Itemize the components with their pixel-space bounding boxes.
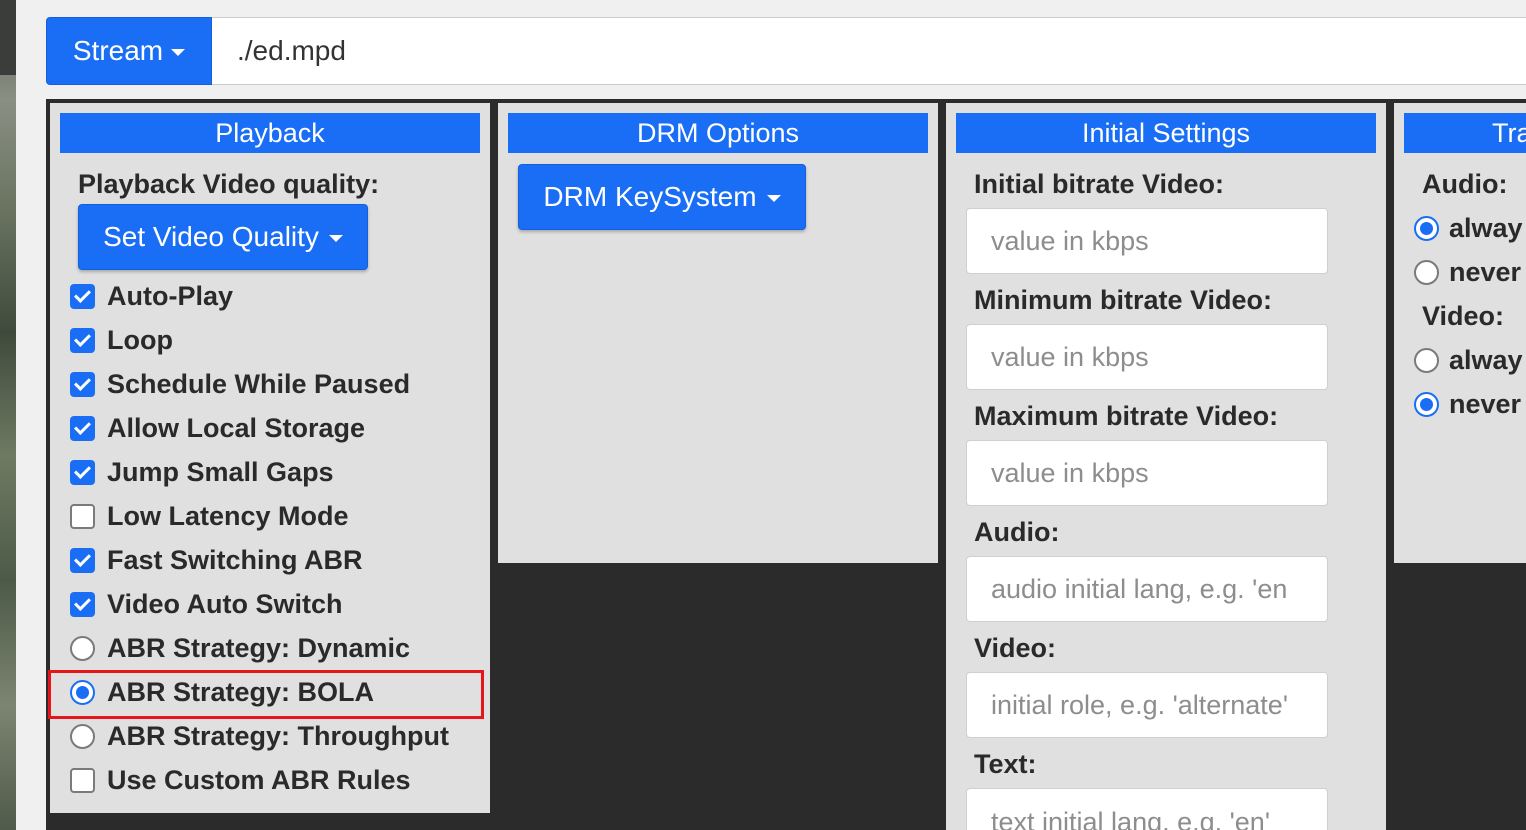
video-never-label: never [1449, 389, 1522, 419]
initial-bitrate-input[interactable]: value in kbps [966, 208, 1328, 274]
checkbox-icon [70, 371, 95, 397]
option-label: Use Custom ABR Rules [107, 764, 411, 795]
checkbox-video-auto-switch[interactable]: Video Auto Switch [70, 589, 343, 619]
initial-video-input[interactable]: initial role, e.g. 'alternate' [966, 672, 1328, 738]
radio-icon [70, 723, 95, 749]
initial-settings-header: Initial Settings [956, 113, 1376, 153]
radio-icon [70, 635, 95, 661]
chevron-down-icon [171, 49, 186, 56]
audio-never-label: never [1449, 257, 1522, 287]
stream-url-input[interactable]: ./ed.mpd [212, 17, 1526, 85]
audio-always-label: alway [1449, 213, 1523, 243]
checkbox-auto-play[interactable]: Auto-Play [70, 281, 233, 311]
checkbox-use-custom-abr-rules[interactable]: Use Custom ABR Rules [70, 765, 411, 795]
max-bitrate-label: Maximum bitrate Video: [974, 401, 1279, 431]
option-label: Jump Small Gaps [107, 456, 334, 487]
initial-text-label: Text: [974, 749, 1037, 779]
track-audio-label: Audio: [1422, 169, 1508, 199]
background-dark-strip [0, 0, 16, 75]
playback-header: Playback [60, 113, 480, 153]
initial-text-input[interactable]: text initial lang, e.g. 'en' [966, 788, 1328, 830]
checkbox-low-latency-mode[interactable]: Low Latency Mode [70, 501, 349, 531]
initial-bitrate-label: Initial bitrate Video: [974, 169, 1225, 199]
checkbox-icon [70, 283, 95, 309]
audio-never-radio[interactable]: never [1414, 257, 1526, 287]
set-video-quality-label: Set Video Quality [103, 221, 319, 252]
checkbox-icon [70, 459, 95, 485]
option-label: Loop [107, 324, 173, 355]
checkbox-jump-small-gaps[interactable]: Jump Small Gaps [70, 457, 334, 487]
highlight-box [48, 670, 484, 719]
checkbox-icon [70, 591, 95, 617]
min-bitrate-label: Minimum bitrate Video: [974, 285, 1273, 315]
option-label: Video Auto Switch [107, 588, 343, 619]
checkbox-icon [70, 327, 95, 353]
initial-video-label: Video: [974, 633, 1057, 663]
track-video-label: Video: [1422, 301, 1505, 331]
video-never-radio[interactable]: never [1414, 389, 1526, 419]
radio-icon [1414, 215, 1439, 241]
radio-icon [1414, 347, 1439, 373]
option-label: Allow Local Storage [107, 412, 366, 443]
min-bitrate-input[interactable]: value in kbps [966, 324, 1328, 390]
option-label: Low Latency Mode [107, 500, 349, 531]
stream-url-bar: Stream ./ed.mpd [46, 17, 1526, 85]
checkbox-fast-switching-abr[interactable]: Fast Switching ABR [70, 545, 363, 575]
audio-always-radio[interactable]: alway [1414, 213, 1526, 243]
checkbox-icon [70, 503, 95, 529]
track-switch-header: Tra [1404, 113, 1526, 153]
radio-icon [1414, 391, 1439, 417]
option-label: ABR Strategy: Dynamic [107, 632, 411, 663]
stream-button-label: Stream [72, 35, 164, 66]
drm-header: DRM Options [508, 113, 928, 153]
initial-audio-input[interactable]: audio initial lang, e.g. 'en [966, 556, 1328, 622]
set-video-quality-button[interactable]: Set Video Quality [78, 204, 368, 270]
checkbox-allow-local-storage[interactable]: Allow Local Storage [70, 413, 365, 443]
drm-keysystem-label: DRM KeySystem [543, 181, 757, 212]
drm-keysystem-button[interactable]: DRM KeySystem [518, 164, 806, 230]
checkbox-schedule-while-paused[interactable]: Schedule While Paused [70, 369, 410, 399]
video-always-radio[interactable]: alway [1414, 345, 1526, 375]
checkbox-icon [70, 767, 95, 793]
stream-dropdown-button[interactable]: Stream [46, 17, 212, 85]
chevron-down-icon [328, 235, 343, 242]
option-label: ABR Strategy: Throughput [107, 720, 449, 751]
radio-abr-strategy-throughput[interactable]: ABR Strategy: Throughput [70, 721, 449, 751]
chevron-down-icon [766, 195, 781, 202]
max-bitrate-input[interactable]: value in kbps [966, 440, 1328, 506]
checkbox-icon [70, 547, 95, 573]
option-label: Fast Switching ABR [107, 544, 363, 575]
option-label: Auto-Play [107, 280, 234, 311]
background-photo-strip [0, 0, 16, 830]
radio-icon [1414, 259, 1439, 285]
radio-abr-strategy-dynamic[interactable]: ABR Strategy: Dynamic [70, 633, 410, 663]
track-switch-header-text: Tra [1492, 117, 1526, 148]
initial-audio-label: Audio: [974, 517, 1060, 547]
option-label: Schedule While Paused [107, 368, 411, 399]
playback-quality-label: Playback Video quality: [78, 169, 380, 199]
checkbox-loop[interactable]: Loop [70, 325, 173, 355]
video-always-label: alway [1449, 345, 1523, 375]
checkbox-icon [70, 415, 95, 441]
